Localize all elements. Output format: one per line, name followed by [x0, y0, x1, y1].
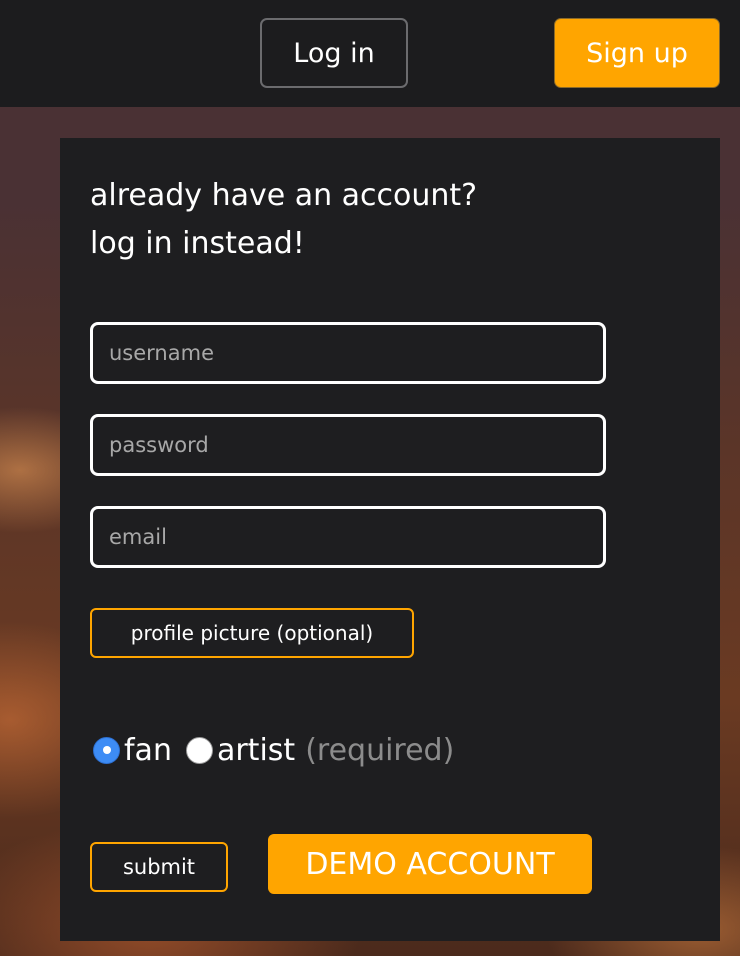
signup-button[interactable]: Sign up	[554, 18, 720, 88]
profile-picture-button[interactable]: profile picture (optional)	[90, 608, 414, 658]
submit-button[interactable]: submit	[90, 842, 228, 892]
username-input[interactable]	[90, 322, 606, 384]
fan-label[interactable]: fan	[124, 733, 172, 768]
signup-form-panel: already have an account? log in instead!…	[60, 138, 720, 941]
heading-line-account: already have an account?	[90, 178, 478, 213]
fan-radio[interactable]	[93, 736, 120, 764]
password-input[interactable]	[90, 414, 606, 476]
login-button[interactable]: Log in	[260, 18, 408, 88]
required-note: (required)	[305, 732, 455, 768]
top-navbar: Log in Sign up	[0, 0, 740, 107]
artist-radio[interactable]	[185, 736, 213, 764]
demo-account-button[interactable]: DEMO ACCOUNT	[268, 834, 592, 894]
role-selector: fan artist (required)	[93, 730, 454, 770]
email-input[interactable]	[90, 506, 606, 568]
artist-label[interactable]: artist	[217, 733, 295, 768]
heading-line-login-instead[interactable]: log in instead!	[90, 220, 477, 268]
form-heading: already have an account? log in instead!	[90, 172, 477, 268]
